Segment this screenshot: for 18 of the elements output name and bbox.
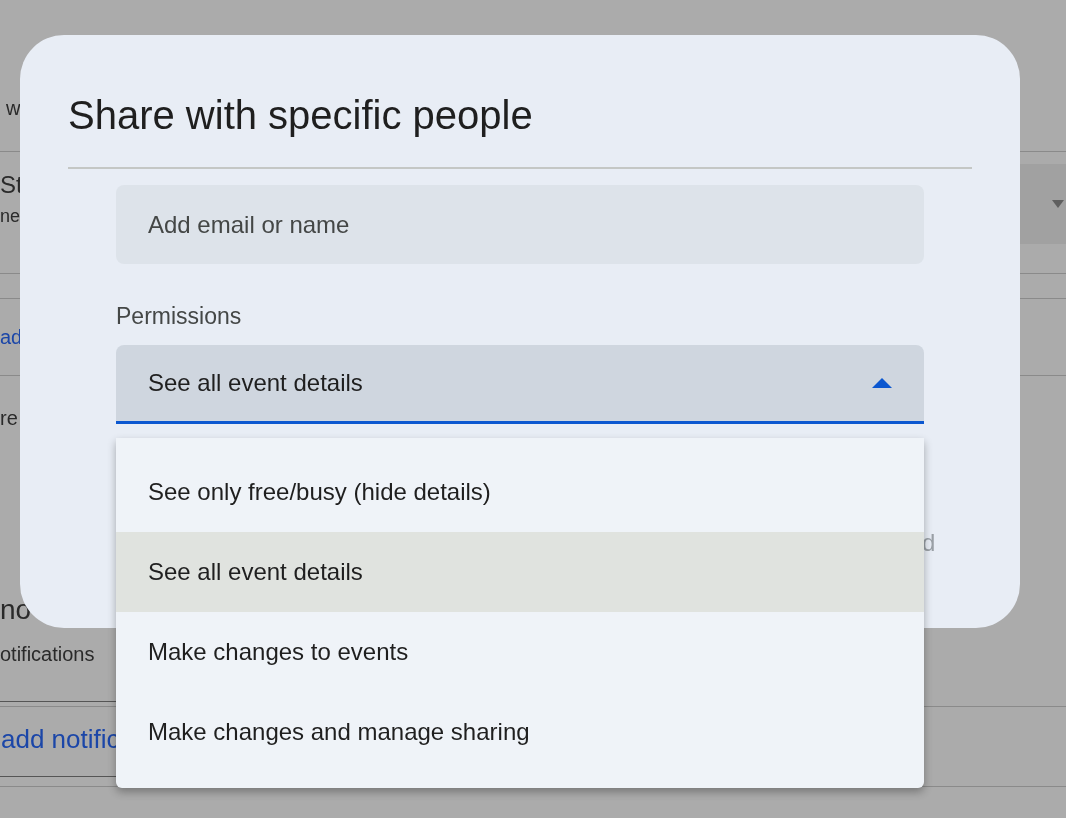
setting-title: St [0, 170, 23, 200]
caret-up-icon [872, 378, 892, 388]
row-text: re [0, 406, 18, 431]
section-text: otifications [0, 642, 95, 667]
setting-subtitle: ne [0, 205, 21, 228]
select-value: See all event details [148, 368, 363, 398]
menu-option[interactable]: See all event details [116, 532, 924, 612]
permissions-select[interactable]: See all event details [116, 345, 924, 424]
menu-option[interactable]: Make changes to events [116, 612, 924, 692]
section-heading: no [0, 593, 32, 627]
dropdown-field[interactable] [1020, 164, 1066, 244]
menu-option[interactable]: Make changes and manage sharing [116, 692, 924, 772]
menu-option[interactable]: See only free/busy (hide details) [116, 452, 924, 532]
caret-down-icon [1052, 200, 1064, 208]
row-text: w [6, 96, 21, 121]
dialog-title: Share with specific people [68, 92, 534, 139]
email-field[interactable]: Add email or name [116, 185, 924, 264]
permissions-label: Permissions [116, 302, 243, 330]
